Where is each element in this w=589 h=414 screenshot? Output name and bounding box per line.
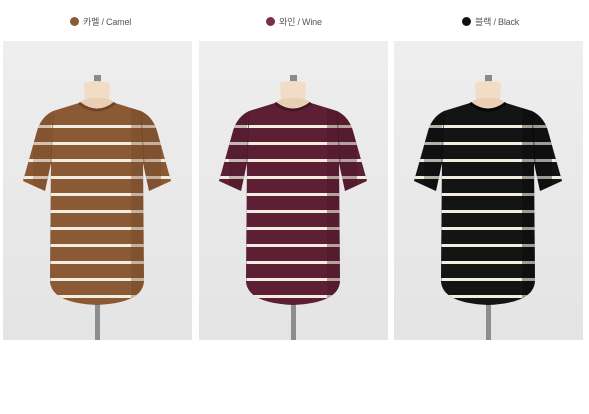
product-image-wine[interactable]	[199, 41, 388, 340]
color-option-wine[interactable]: 와인 / Wine	[266, 15, 322, 28]
black-swatch-icon	[462, 17, 471, 26]
color-option-black[interactable]: 블랙 / Black	[462, 15, 519, 28]
wine-swatch-icon	[266, 17, 275, 26]
color-option-camel[interactable]: 카멜 / Camel	[70, 15, 131, 28]
product-image-camel[interactable]	[3, 41, 192, 340]
product-image-black[interactable]	[394, 41, 583, 340]
camel-swatch-icon	[70, 17, 79, 26]
striped-tshirt-icon	[394, 41, 583, 340]
striped-tshirt-icon	[199, 41, 388, 340]
striped-tshirt-icon	[3, 41, 192, 340]
color-label-camel: 카멜 / Camel	[83, 17, 132, 27]
color-label-wine: 와인 / Wine	[279, 17, 322, 27]
color-label-black: 블랙 / Black	[475, 17, 520, 27]
